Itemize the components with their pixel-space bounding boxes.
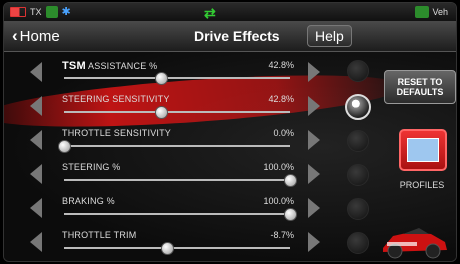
decrease-arrow-icon[interactable] bbox=[30, 96, 42, 116]
row-select-dot[interactable] bbox=[347, 130, 369, 152]
vehicle-car-icon[interactable] bbox=[379, 220, 451, 260]
setting-label: THROTTLE SENSITIVITY bbox=[62, 128, 172, 138]
setting-value: -8.7% bbox=[270, 230, 294, 240]
setting-label: BRAKING % bbox=[62, 196, 115, 206]
tsm-brand: TSM bbox=[62, 60, 86, 72]
increase-arrow-icon[interactable] bbox=[308, 164, 320, 184]
slider-track[interactable] bbox=[64, 179, 290, 181]
signal-icon bbox=[45, 6, 58, 18]
status-bar: TX ✱ ⇄ Veh bbox=[4, 3, 456, 21]
decrease-arrow-icon[interactable] bbox=[30, 198, 42, 218]
slider-knob[interactable] bbox=[154, 72, 168, 85]
decrease-arrow-icon[interactable] bbox=[30, 62, 42, 82]
setting-value: 42.8% bbox=[268, 60, 294, 70]
decrease-arrow-icon[interactable] bbox=[30, 130, 42, 150]
increase-arrow-icon[interactable] bbox=[308, 130, 320, 150]
reset-to-defaults-button[interactable]: RESET TO DEFAULTS bbox=[384, 70, 456, 104]
increase-arrow-icon[interactable] bbox=[308, 62, 320, 82]
slider-knob[interactable] bbox=[161, 242, 175, 255]
tx-label: TX bbox=[30, 7, 42, 17]
setting-row-throttle-sensitivity: THROTTLE SENSITIVITY 0.0% bbox=[4, 124, 384, 158]
veh-label: Veh bbox=[432, 7, 448, 17]
screen: TX ✱ ⇄ Veh ‹ Home Drive Effects Help TSM … bbox=[3, 2, 457, 262]
setting-value: 100.0% bbox=[263, 196, 294, 206]
slider-track[interactable] bbox=[64, 145, 290, 147]
reset-line2: DEFAULTS bbox=[396, 87, 444, 97]
row-select-dot[interactable] bbox=[347, 60, 369, 82]
link-arrows-icon: ⇄ bbox=[204, 5, 216, 21]
slider-knob[interactable] bbox=[284, 208, 297, 221]
settings-panel: TSM ASSISTANCE % 42.8% STEERING SENSITIV… bbox=[4, 52, 456, 261]
profiles-icon[interactable] bbox=[399, 129, 447, 171]
setting-label: THROTTLE TRIM bbox=[62, 230, 137, 240]
back-label: Home bbox=[19, 28, 60, 45]
slider-track[interactable] bbox=[64, 77, 290, 79]
page-title: Drive Effects bbox=[194, 28, 280, 44]
decrease-arrow-icon[interactable] bbox=[30, 232, 42, 252]
setting-row-tsm-assistance: TSM ASSISTANCE % 42.8% bbox=[4, 56, 384, 90]
battery-icon bbox=[10, 7, 26, 17]
row-select-dot[interactable] bbox=[347, 232, 369, 254]
slider-track[interactable] bbox=[64, 213, 290, 215]
setting-value: 100.0% bbox=[263, 162, 294, 172]
reset-line1: RESET TO bbox=[397, 77, 443, 87]
setting-row-throttle-trim: THROTTLE TRIM -8.7% bbox=[4, 226, 384, 260]
setting-label: STEERING SENSITIVITY bbox=[62, 94, 170, 104]
chevron-left-icon: ‹ bbox=[12, 26, 18, 45]
slider-knob[interactable] bbox=[284, 174, 297, 187]
vehicle-icon bbox=[415, 6, 430, 18]
slider-knob[interactable] bbox=[154, 106, 168, 119]
row-select-dot-active[interactable] bbox=[345, 94, 371, 120]
increase-arrow-icon[interactable] bbox=[308, 232, 320, 252]
setting-label: ASSISTANCE % bbox=[88, 61, 158, 71]
increase-arrow-icon[interactable] bbox=[308, 96, 320, 116]
decrease-arrow-icon[interactable] bbox=[30, 164, 42, 184]
help-button[interactable]: Help bbox=[307, 25, 352, 47]
slider-knob[interactable] bbox=[58, 140, 71, 153]
setting-row-braking: BRAKING % 100.0% bbox=[4, 192, 384, 226]
setting-label: STEERING % bbox=[62, 162, 121, 172]
setting-value: 42.8% bbox=[268, 94, 294, 104]
slider-track[interactable] bbox=[64, 247, 290, 249]
bluetooth-icon: ✱ bbox=[61, 5, 71, 18]
nav-bar: ‹ Home Drive Effects Help bbox=[4, 21, 456, 52]
setting-row-steering-sensitivity: STEERING SENSITIVITY 42.8% bbox=[4, 90, 384, 124]
home-back-button[interactable]: ‹ Home bbox=[12, 26, 60, 46]
increase-arrow-icon[interactable] bbox=[308, 198, 320, 218]
row-select-dot[interactable] bbox=[347, 198, 369, 220]
row-select-dot[interactable] bbox=[347, 164, 369, 186]
profiles-label[interactable]: PROFILES bbox=[392, 180, 452, 190]
setting-value: 0.0% bbox=[273, 128, 294, 138]
setting-row-steering: STEERING % 100.0% bbox=[4, 158, 384, 192]
slider-track[interactable] bbox=[64, 111, 290, 113]
